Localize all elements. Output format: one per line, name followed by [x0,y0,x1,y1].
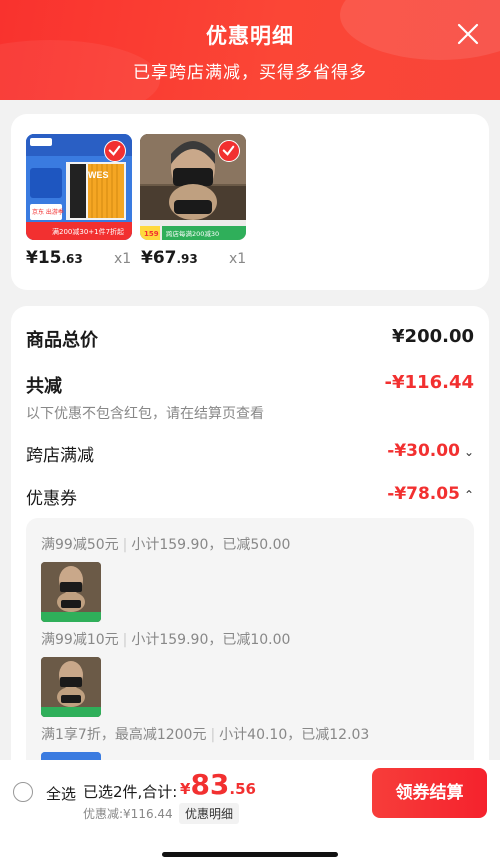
reduce-value: -¥116.44 [384,372,474,393]
filter-promo-text: 满200减30+1件7折起 [52,227,124,236]
coupon-item-rule: 满1享7折，最高减1200元 | 小计40.10，已减12.03 [41,727,370,743]
total-price: ¥83.56 [180,768,256,801]
price-detail-card: 商品总价 ¥200.00 共减 -¥116.44 以下优惠不包含红包，请在结算页… [11,306,489,776]
coupon-detail-list: 满99减50元 | 小计159.90，已减50.00 满99减10元 | 小计159.9… [26,518,474,776]
checkout-button[interactable]: 领券结算 [372,768,487,818]
product-thumb-mask[interactable]: 159 跨店每满200减30 [140,134,246,240]
chevron-up-icon[interactable]: ⌃ [464,488,474,502]
coupon-product-thumb [41,657,101,717]
coupon-item-rule: 满99减50元 | 小计159.90，已减50.00 [41,537,291,553]
selected-products-card: WES 京东 出游季 满200减30+1件7折起 ¥15.63 x1 159 跨… [11,114,489,290]
checkout-bar: 全选 已选2件,合计: ¥83.56 优惠减:¥116.44 优惠明细 领券结算 [0,760,500,867]
chevron-down-icon[interactable]: ⌄ [464,445,474,459]
coupon-item-rule: 满99减10元 | 小计159.90，已减10.00 [41,632,291,648]
home-indicator [162,852,338,857]
total-value: ¥200.00 [392,326,474,347]
reduce-label: 共减 [26,376,62,397]
discount-detail-link[interactable]: 优惠明细 [179,803,240,824]
product-qty: x1 [114,251,132,267]
page-title: 优惠明细 [206,24,294,48]
filter-brand-text: WES [88,170,109,180]
select-all-label[interactable]: 全选 [46,783,76,804]
product-qty: x1 [229,251,247,267]
coupon-product-thumb [41,562,101,622]
product-price: ¥15.63 [26,248,83,268]
close-icon[interactable] [456,22,480,46]
selected-summary: 已选2件,合计: [83,783,178,801]
mask-price-text: 159 [144,230,159,238]
header-banner: 优惠明细 已享跨店满减，买得多省得多 [0,0,500,100]
discount-note: 以下优惠不包含红包，请在结算页查看 [26,406,264,422]
coupon-row[interactable]: -¥78.05 ⌃ [387,484,474,504]
select-all-radio[interactable] [13,782,33,802]
selected-check-icon[interactable] [104,140,126,162]
selected-check-icon[interactable] [218,140,240,162]
page-subtitle: 已享跨店满减，买得多省得多 [133,63,367,83]
product-thumb-filter[interactable]: WES 京东 出游季 满200减30+1件7折起 [26,134,132,240]
total-label: 商品总价 [26,330,98,351]
discount-summary: 优惠减:¥116.44 [83,807,173,821]
cross-store-row[interactable]: -¥30.00 ⌄ [387,441,474,461]
product-price: ¥67.93 [141,248,198,268]
cross-store-label: 跨店满减 [26,446,94,466]
filter-badge-text: 京东 出游季 [32,208,64,216]
coupon-value: -¥78.05 [387,484,460,504]
coupon-label: 优惠券 [26,489,77,509]
cross-store-value: -¥30.00 [387,441,460,461]
mask-promo-text: 跨店每满200减30 [166,229,219,238]
